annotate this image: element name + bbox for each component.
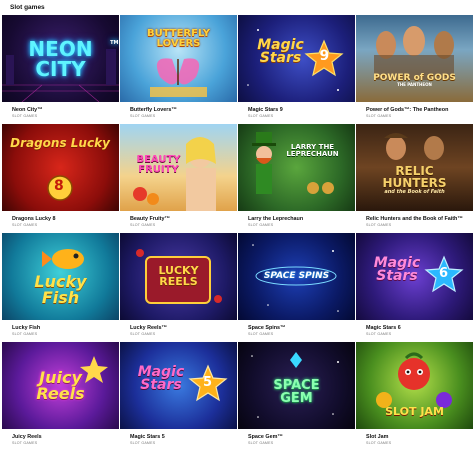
beauty-fruity-thumbnail[interactable]: BEAUTY FRUITY — [120, 124, 237, 211]
game-category: SLOT GAMES — [12, 332, 38, 336]
game-card-butterfly-lovers[interactable]: BUTTERFLY LOVERS Butterfly Lovers™ SLOT … — [120, 15, 237, 124]
game-category: SLOT GAMES — [12, 441, 38, 445]
game-card-relic-hunters[interactable]: RELIC HUNTERS and the Book of Faith Reli… — [356, 124, 473, 233]
game-category: SLOT GAMES — [12, 223, 38, 227]
game-category: SLOT GAMES — [366, 223, 392, 227]
game-card-lucky-reels[interactable]: LUCKY REELS Lucky Reels™ SLOT GAMES — [120, 233, 237, 342]
game-card-slot-jam[interactable]: SLOT JAM Slot Jam SLOT GAMES — [356, 342, 473, 451]
game-card-juicy-reels[interactable]: Juicy Reels Juicy Reels SLOT GAMES — [2, 342, 119, 451]
game-card-larry-leprechaun[interactable]: LARRY THE LEPRECHAUN Larry the Leprechau… — [238, 124, 355, 233]
game-title[interactable]: Dragons Lucky 8 — [12, 216, 55, 222]
game-title[interactable]: Larry the Leprechaun — [248, 216, 303, 222]
game-category: SLOT GAMES — [248, 441, 274, 445]
power-of-gods-thumbnail[interactable]: POWER of GODS THE PANTHEON — [356, 15, 473, 102]
game-card-magic-stars-6[interactable]: Magic Stars 6 Magic Stars 6 SLOT GAMES — [356, 233, 473, 342]
game-card-magic-stars-5[interactable]: Magic Stars 5 Magic Stars 5 SLOT GAMES — [120, 342, 237, 451]
game-card-power-of-gods[interactable]: POWER of GODS THE PANTHEON Power of Gods… — [356, 15, 473, 124]
juicy-reels-thumbnail[interactable]: Juicy Reels — [2, 342, 119, 429]
game-category: SLOT GAMES — [366, 114, 392, 118]
game-grid: NEON CITY TM Neon City™ SLOT GAMES BUTTE… — [2, 15, 473, 451]
larry-leprechaun-thumbnail[interactable]: LARRY THE LEPRECHAUN — [238, 124, 355, 211]
relic-hunters-thumbnail[interactable]: RELIC HUNTERS and the Book of Faith — [356, 124, 473, 211]
game-title[interactable]: Magic Stars 9 — [248, 107, 283, 113]
game-title[interactable]: Relic Hunters and the Book of Faith™ — [366, 216, 463, 222]
game-category: SLOT GAMES — [12, 114, 38, 118]
space-spins-thumbnail[interactable]: SPACE SPINS — [238, 233, 355, 320]
magic-stars-5-thumbnail[interactable]: Magic Stars 5 — [120, 342, 237, 429]
magic-stars-9-thumbnail[interactable]: Magic Stars 9 — [238, 15, 355, 102]
game-category: SLOT GAMES — [366, 441, 392, 445]
dragons-lucky-8-thumbnail[interactable]: Dragons Lucky 8 — [2, 124, 119, 211]
game-card-space-spins[interactable]: SPACE SPINS Space Spins™ SLOT GAMES — [238, 233, 355, 342]
game-title[interactable]: Juicy Reels — [12, 434, 42, 440]
game-title[interactable]: Neon City™ — [12, 107, 43, 113]
slot-jam-thumbnail[interactable]: SLOT JAM — [356, 342, 473, 429]
game-category: SLOT GAMES — [130, 441, 156, 445]
game-card-space-gem[interactable]: SPACE GEM Space Gem™ SLOT GAMES — [238, 342, 355, 451]
game-title[interactable]: Power of Gods™: The Pantheon — [366, 107, 448, 113]
lucky-reels-thumbnail[interactable]: LUCKY REELS — [120, 233, 237, 320]
game-category: SLOT GAMES — [130, 114, 156, 118]
game-category: SLOT GAMES — [366, 332, 392, 336]
butterfly-lovers-thumbnail[interactable]: BUTTERFLY LOVERS — [120, 15, 237, 102]
game-title[interactable]: Space Spins™ — [248, 325, 285, 331]
game-title[interactable]: Butterfly Lovers™ — [130, 107, 177, 113]
game-card-magic-stars-9[interactable]: Magic Stars 9 Magic Stars 9 SLOT GAMES — [238, 15, 355, 124]
game-title[interactable]: Magic Stars 5 — [130, 434, 165, 440]
game-category: SLOT GAMES — [248, 332, 274, 336]
magic-stars-6-thumbnail[interactable]: Magic Stars 6 — [356, 233, 473, 320]
game-title[interactable]: Lucky Fish — [12, 325, 40, 331]
section-title: Slot games — [10, 4, 45, 11]
game-card-beauty-fruity[interactable]: BEAUTY FRUITY Beauty Fruity™ SLOT GAMES — [120, 124, 237, 233]
game-title[interactable]: Magic Stars 6 — [366, 325, 401, 331]
game-title[interactable]: Slot Jam — [366, 434, 388, 440]
lucky-fish-thumbnail[interactable]: Lucky Fish — [2, 233, 119, 320]
game-title[interactable]: Beauty Fruity™ — [130, 216, 170, 222]
game-card-dragons-lucky-8[interactable]: Dragons Lucky 8 Dragons Lucky 8 SLOT GAM… — [2, 124, 119, 233]
neon-city-thumbnail[interactable]: NEON CITY TM — [2, 15, 119, 102]
game-category: SLOT GAMES — [248, 114, 274, 118]
game-card-lucky-fish[interactable]: Lucky Fish Lucky Fish SLOT GAMES — [2, 233, 119, 342]
game-title[interactable]: Space Gem™ — [248, 434, 283, 440]
game-category: SLOT GAMES — [130, 332, 156, 336]
game-category: SLOT GAMES — [248, 223, 274, 227]
game-card-neon-city[interactable]: NEON CITY TM Neon City™ SLOT GAMES — [2, 15, 119, 124]
game-category: SLOT GAMES — [130, 223, 156, 227]
game-title[interactable]: Lucky Reels™ — [130, 325, 167, 331]
space-gem-thumbnail[interactable]: SPACE GEM — [238, 342, 355, 429]
